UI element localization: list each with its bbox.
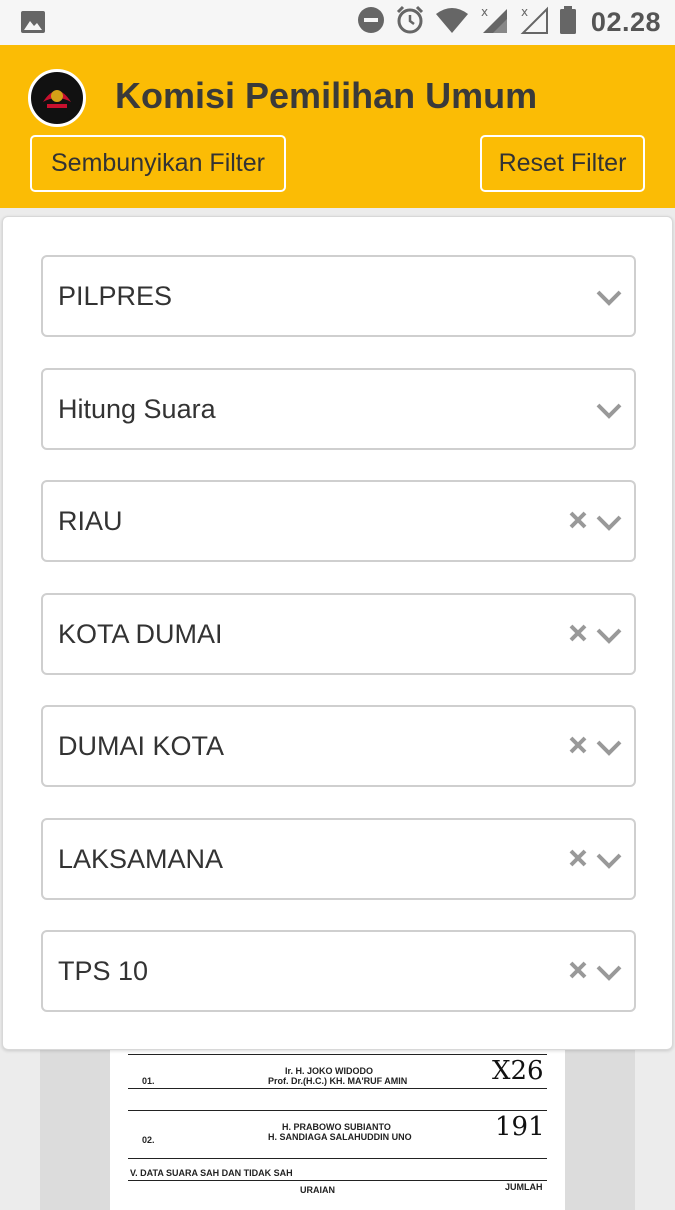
village-select[interactable]: LAKSAMANA [41,818,636,900]
chevron-down-icon[interactable] [596,290,622,306]
wifi-icon [435,6,469,39]
column-uraian: URAIAN [300,1185,335,1195]
select-value: PILPRES [58,281,173,311]
kpu-logo [28,69,86,127]
select-value: KOTA DUMAI [58,619,223,649]
section-title: V. DATA SUARA SAH DAN TIDAK SAH [130,1168,293,1178]
candidate-no-2: 02. [142,1135,155,1145]
select-value: TPS 10 [58,956,149,986]
select-value: Hitung Suara [58,394,216,424]
candidate-name-1a: Ir. H. JOKO WIDODO [285,1066,374,1076]
select-value: LAKSAMANA [58,844,224,874]
signal-x-empty-icon: x [519,5,549,40]
data-type-select[interactable]: Hitung Suara [41,368,636,450]
chevron-down-icon[interactable] [596,628,622,644]
chevron-down-icon[interactable] [596,403,622,419]
candidate-name-2a: H. PRABOWO SUBIANTO [282,1122,391,1132]
polling-station-select[interactable]: TPS 10 [41,930,636,1012]
signal-x-icon: x [479,5,509,40]
clear-icon[interactable] [568,623,588,643]
hide-filter-button[interactable]: Sembunyikan Filter [30,135,286,192]
clear-icon[interactable] [568,848,588,868]
clear-icon[interactable] [568,510,588,530]
app-title: Komisi Pemilihan Umum [115,75,538,116]
select-value: RIAU [58,506,123,536]
candidate-name-2b: H. SANDIAGA SALAHUDDIN UNO [268,1132,412,1142]
province-select[interactable]: RIAU [41,480,636,562]
clear-icon[interactable] [568,960,588,980]
document-preview[interactable]: 01. Ir. H. JOKO WIDODO Prof. Dr.(H.C.) K… [40,1040,635,1210]
city-select[interactable]: KOTA DUMAI [41,593,636,675]
chevron-down-icon[interactable] [596,965,622,981]
select-value: DUMAI KOTA [58,731,225,761]
app-header: Komisi Pemilihan Umum Sembunyikan Filter… [0,45,675,208]
svg-text:x: x [481,5,488,19]
column-jumlah: JUMLAH [505,1182,543,1192]
battery-icon [559,5,577,40]
district-select[interactable]: DUMAI KOTA [41,705,636,787]
clear-icon[interactable] [568,735,588,755]
chevron-down-icon[interactable] [596,515,622,531]
filter-panel: PILPRES Hitung Suara RIAU KOTA DUMAI DUM… [2,216,673,1050]
clock-time: 02.28 [590,7,661,37]
election-type-select[interactable]: PILPRES [41,255,636,337]
do-not-disturb-icon [357,6,385,39]
chevron-down-icon[interactable] [596,853,622,869]
alarm-icon [395,5,425,40]
svg-text:x: x [521,5,528,19]
candidate-name-1b: Prof. Dr.(H.C.) KH. MA'RUF AMIN [268,1076,408,1086]
c1-form-image: 01. Ir. H. JOKO WIDODO Prof. Dr.(H.C.) K… [110,1040,565,1210]
reset-filter-button[interactable]: Reset Filter [480,135,645,192]
image-icon [20,9,46,40]
candidate-no-1: 01. [142,1076,155,1086]
chevron-down-icon[interactable] [596,740,622,756]
vote-count-2: 191 [495,1112,545,1142]
status-bar: x x 02.28 [0,0,675,45]
vote-count-1: X26 [492,1056,544,1086]
